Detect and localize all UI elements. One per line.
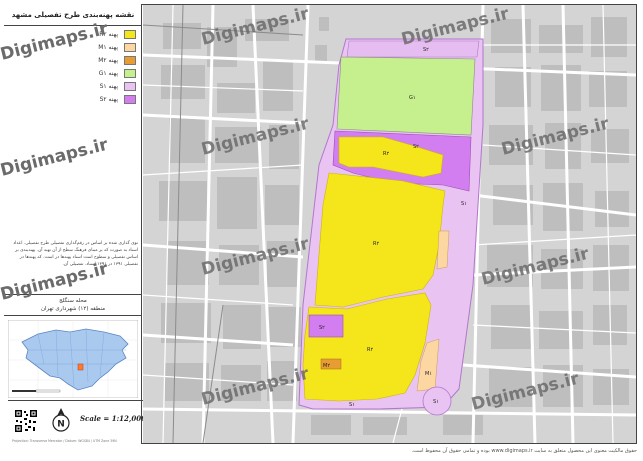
legend-label: پهنه S۲ [99,96,118,103]
legend-swatch [124,30,136,39]
legend-item: پهنه G۱ [4,67,142,80]
legend-swatch [124,43,136,52]
label-purple-block: S۲ [319,325,325,331]
legend-swatch [124,95,136,104]
inset-location-marker [77,363,84,371]
location-line-1: محله سنگلج [59,298,87,304]
location-inset-map [7,319,139,399]
legend-label: پهنه M۲ [98,57,118,64]
legend-item: پهنه R۲ [4,28,142,41]
legend-label: پهنه G۱ [98,70,118,77]
label-yellow-a: R۲ [383,151,389,157]
legend: پهنه R۲ پهنه M۱ پهنه M۲ پهنه G۱ پهنه S۱ … [4,28,142,106]
legend-label: پهنه S۱ [99,83,118,90]
map-title: نقشه پهنه‌بندی طرح تفصیلی مشهد [4,4,142,26]
label-yellow-c: R۲ [367,347,373,353]
zone-m1-right-a[interactable] [436,230,450,270]
scale-text: Scale = 1:12,000 [80,414,146,423]
legend-swatch [124,69,136,78]
label-orange-small: M۲ [323,363,330,369]
label-right-strip: S۱ [461,201,467,207]
label-orange-right: M۱ [425,371,432,377]
legend-label: پهنه R۲ [99,31,118,38]
legend-item: پهنه S۲ [4,93,142,106]
location-title: محله سنگلج منطقه (۱۲) شهرداری تهران [4,294,142,316]
label-top-strip: S۲ [423,47,429,53]
qr-code-icon [14,409,38,433]
zone-s2-block[interactable] [308,314,344,338]
label-purple-band: S۲ [413,144,419,150]
legend-item: پهنه M۱ [4,41,142,54]
legend-swatch [124,56,136,65]
legend-item: پهنه S۱ [4,80,142,93]
label-circle: S۱ [433,399,439,405]
inset-svg [7,319,139,399]
north-label: N [57,420,65,430]
copyright-note: حقوق مالکیت معنوی این محصول متعلق به سای… [411,448,637,454]
label-yellow-b: R۲ [373,241,379,247]
map-footer: N Scale = 1:12,000 Projection: Transvers… [8,400,146,448]
legend-item: پهنه M۲ [4,54,142,67]
legend-label: پهنه M۱ [98,44,118,51]
label-green: G۱ [409,95,416,101]
legend-swatch [124,82,136,91]
map-canvas[interactable]: S۲ G۱ S۲ S۱ R۲ R۲ R۲ M۱ M۲ S۲ S۱ S۱ Digi… [143,5,636,443]
zone-g1-park[interactable] [336,56,476,136]
north-arrow-icon: N [52,408,70,432]
label-bottom-strip: S۱ [349,402,355,408]
projection-credit: Projection: Transverse Mercator / Datum:… [12,439,117,443]
info-panel: نقشه پهنه‌بندی طرح تفصیلی مشهد پهنه R۲ پ… [4,4,146,444]
location-line-2: منطقه (۱۲) شهرداری تهران [40,306,106,312]
map-svg[interactable]: S۲ G۱ S۲ S۱ R۲ R۲ R۲ M۱ M۲ S۲ S۱ S۱ Digi… [143,5,636,443]
map-description: توی گذاری شده بر اساس در رقم‌گذاری تفصیل… [13,241,138,267]
